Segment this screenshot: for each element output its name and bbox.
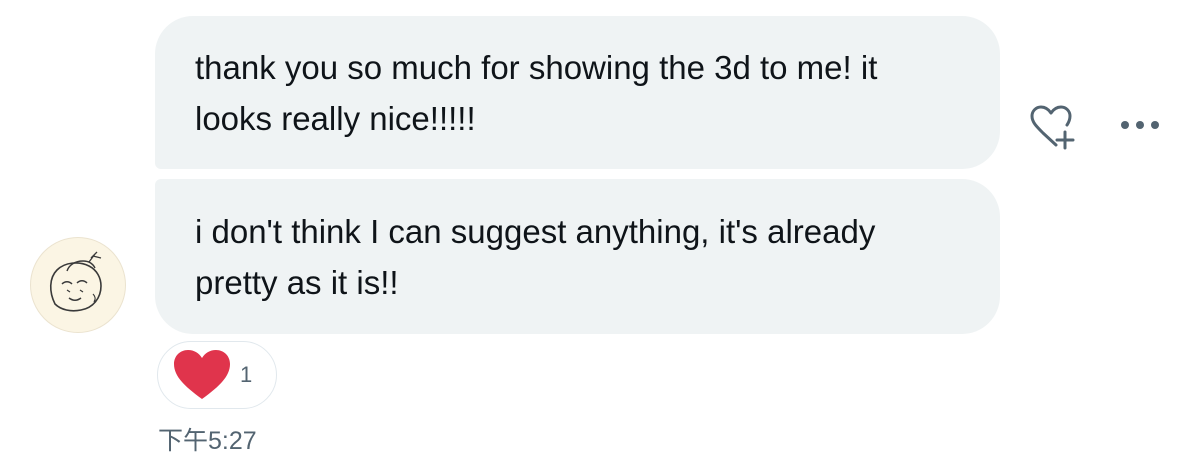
reaction-pill[interactable]: 1 — [157, 341, 277, 409]
more-horizontal-icon[interactable] — [1116, 110, 1164, 140]
message-text: thank you so much for showing the 3d to … — [195, 48, 878, 137]
message-text: i don't think I can suggest anything, it… — [195, 212, 876, 301]
heart-plus-icon[interactable] — [1026, 104, 1078, 152]
avatar[interactable] — [30, 237, 126, 333]
reaction-count: 1 — [240, 362, 253, 387]
timestamp: 下午5:27 — [158, 427, 257, 455]
red-heart-icon — [174, 350, 230, 399]
message-bubble[interactable]: i don't think I can suggest anything, it… — [155, 179, 1000, 334]
message-bubble[interactable]: thank you so much for showing the 3d to … — [155, 16, 1000, 169]
